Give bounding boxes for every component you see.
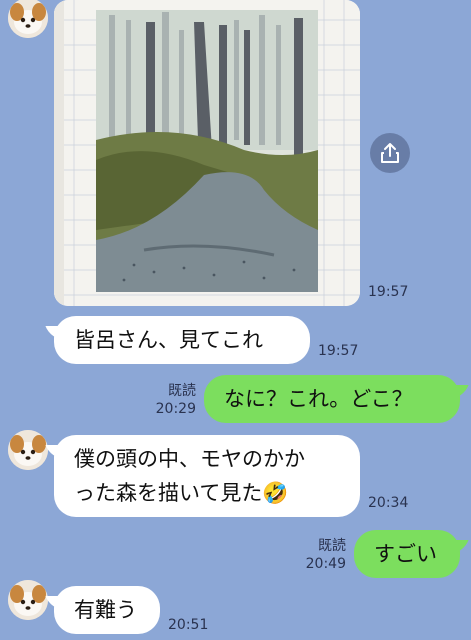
sender-avatar[interactable]: [8, 580, 48, 620]
dog-avatar-icon: [8, 0, 48, 38]
message-time: 19:57: [368, 284, 409, 300]
message-text-line: 僕の頭の中、モヤのかか: [74, 447, 305, 471]
forest-painting-image: [54, 0, 360, 306]
message-time: 20:34: [368, 495, 409, 511]
read-receipt: 既読: [318, 538, 346, 554]
message-time: 19:57: [318, 343, 359, 359]
sender-avatar[interactable]: [8, 430, 48, 470]
message-text: 有難う: [74, 598, 137, 622]
incoming-message-bubble[interactable]: 僕の頭の中、モヤのかか った森を描いて見た🤣: [54, 435, 360, 517]
share-button[interactable]: [370, 133, 410, 173]
dog-avatar-icon: [8, 430, 48, 470]
incoming-message-bubble[interactable]: 皆呂さん、見てこれ: [54, 316, 310, 364]
outgoing-message-bubble[interactable]: すごい: [354, 530, 460, 578]
share-icon: [381, 143, 399, 163]
message-text: すごい: [374, 542, 437, 566]
sender-avatar[interactable]: [8, 0, 48, 38]
message-text: なに？これ。どこ？: [224, 387, 413, 411]
message-time: 20:51: [168, 617, 209, 633]
read-receipt: 既読: [168, 383, 196, 399]
incoming-message-bubble[interactable]: 有難う: [54, 586, 160, 634]
message-text-line: った森を描いて見た🤣: [74, 481, 289, 505]
shared-painting-image[interactable]: [54, 0, 360, 306]
message-time: 20:29: [155, 401, 196, 417]
outgoing-message-bubble[interactable]: なに？これ。どこ？: [204, 375, 460, 423]
message-text: 皆呂さん、見てこれ: [74, 328, 263, 352]
dog-avatar-icon: [8, 580, 48, 620]
message-time: 20:49: [305, 556, 346, 572]
